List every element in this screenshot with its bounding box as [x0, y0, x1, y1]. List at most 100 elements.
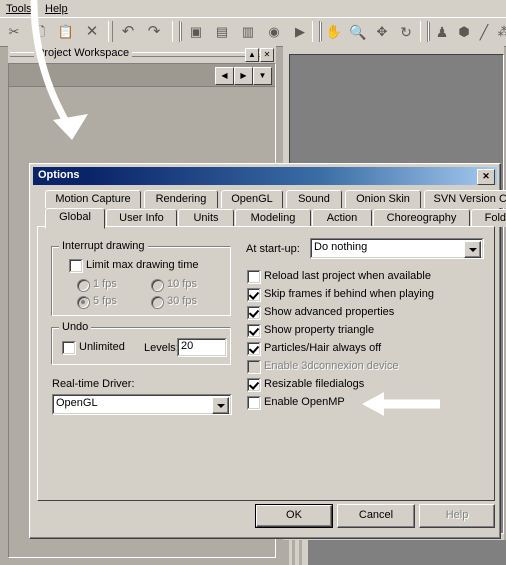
nav-back-button[interactable]: ◀ [215, 67, 234, 85]
checkbox-box [247, 360, 261, 374]
pan-hand-icon[interactable]: ✋ [324, 22, 344, 42]
new-material-icon[interactable]: ◉ [264, 22, 284, 42]
undo-icon[interactable]: ↶ [118, 22, 138, 42]
tab-choreography[interactable]: Choreography [373, 209, 470, 227]
radio-10fps-label: 10 fps [167, 278, 197, 290]
toolbar-grip[interactable] [172, 21, 180, 42]
close-icon[interactable]: ✕ [477, 169, 495, 185]
cut-icon[interactable]: ✂ [4, 22, 24, 42]
render-film-icon[interactable]: ▶ [290, 22, 310, 42]
tab-onion-skin[interactable]: Onion Skin [345, 190, 421, 208]
help-button: Help [419, 504, 495, 528]
tab-units[interactable]: Units [178, 209, 234, 227]
dialog-titlebar[interactable]: Options ✕ [33, 167, 497, 185]
tab-opengl[interactable]: OpenGL [221, 190, 283, 208]
zoom-fit-icon[interactable]: ✥ [372, 22, 392, 42]
toolbar-grip-2[interactable] [312, 21, 320, 42]
tab-motion-capture[interactable]: Motion Capture [45, 190, 141, 208]
realtime-driver-label: Real-time Driver: [52, 378, 135, 390]
project-workspace-titlebar: Project Workspace ▲ ✕ [8, 46, 276, 62]
radio-5fps-label: 5 fps [93, 295, 117, 307]
mesh-cube-icon[interactable]: ⬢ [454, 22, 474, 42]
undo-group: Undo Unlimited Levels: 20 [51, 321, 231, 365]
checkbox-label: Particles/Hair always off [264, 342, 382, 354]
nav-menu-button[interactable]: ▼ [253, 67, 272, 85]
cancel-button[interactable]: Cancel [337, 504, 415, 528]
tab-global[interactable]: Global [45, 208, 105, 229]
options-tabstrip: Motion Capture Rendering OpenGL Sound On… [37, 190, 506, 230]
checkbox-box [247, 306, 261, 320]
tab-rendering[interactable]: Rendering [144, 190, 218, 208]
realtime-driver-value: OpenGL [56, 397, 98, 409]
bone-icon[interactable]: ╱ [474, 22, 494, 42]
interrupt-drawing-group: Interrupt drawing Limit max drawing time… [51, 240, 231, 316]
project-workspace-toolrow: ◀ ▶ ▼ [9, 64, 275, 87]
workspace-maximize-button[interactable]: ▲ [245, 48, 259, 62]
tab-folders[interactable]: Folders [471, 209, 506, 227]
radio-dot [77, 296, 90, 309]
checkbox-label: Enable OpenMP [264, 396, 345, 408]
ok-button-label: OK [256, 505, 332, 527]
realtime-driver-select[interactable]: OpenGL [52, 394, 232, 415]
tab-sound[interactable]: Sound [286, 190, 342, 208]
undo-levels-input[interactable]: 20 [177, 338, 227, 357]
checkbox-label: Reload last project when available [264, 270, 431, 282]
viewport-bottom-strip [283, 540, 506, 565]
chevron-down-icon[interactable] [212, 397, 229, 414]
checkbox-label: Resizable filedialogs [264, 378, 365, 390]
undo-group-title: Undo [59, 321, 92, 333]
checkbox-box [247, 396, 261, 410]
menu-item-help-label: Help [45, 3, 68, 15]
ok-button[interactable]: OK [255, 504, 333, 528]
rotate-view-icon[interactable]: ↻ [396, 22, 416, 42]
tab-action[interactable]: Action [312, 209, 372, 227]
checkbox-box [69, 259, 83, 273]
copy-icon[interactable]: 🗋 [30, 22, 50, 42]
new-action-icon[interactable]: ▤ [212, 22, 232, 42]
unlimited-undo-label: Unlimited [79, 341, 125, 353]
tab-user-info[interactable]: User Info [106, 209, 177, 227]
zoom-magnifier-icon[interactable]: 🔍 [348, 22, 368, 42]
undo-levels-label: Levels: [144, 342, 179, 354]
checkbox-box [247, 270, 261, 284]
new-chor-icon[interactable]: ▥ [238, 22, 258, 42]
nav-forward-button[interactable]: ▶ [234, 67, 253, 85]
main-toolbar: ✂ 🗋 📋 ✕ ↶ ↷ ▣ ▤ ▥ ◉ ▶ ✋ 🔍 ✥ ↻ ♟ ⬢ ╱ ⁂ [0, 17, 506, 47]
delete-icon[interactable]: ✕ [82, 22, 102, 42]
figure-icon[interactable]: ♟ [432, 22, 452, 42]
radio-30fps-label: 30 fps [167, 295, 197, 307]
radio-dot [151, 279, 164, 292]
global-tab-panel: Interrupt drawing Limit max drawing time… [37, 226, 495, 501]
dialog-title: Options [38, 169, 80, 181]
checkbox-box [247, 324, 261, 338]
checkbox-label: Show property triangle [264, 324, 375, 336]
redo-icon[interactable]: ↷ [144, 22, 164, 42]
chevron-down-icon[interactable] [464, 241, 481, 258]
particles-icon[interactable]: ⁂ [494, 22, 506, 42]
startup-select[interactable]: Do nothing [310, 238, 484, 259]
paste-icon[interactable]: 📋 [56, 22, 76, 42]
checkbox-label: Show advanced properties [264, 306, 395, 318]
limit-max-drawing-time-label: Limit max drawing time [86, 259, 199, 271]
toolbar-grip-3[interactable] [420, 21, 428, 42]
startup-value: Do nothing [314, 241, 368, 253]
checkbox-box [247, 288, 261, 302]
checkbox-box [247, 342, 261, 356]
tab-modeling[interactable]: Modeling [235, 209, 311, 227]
tab-svn-version-control[interactable]: SVN Version Control [424, 190, 506, 208]
menu-item-help[interactable]: Help [41, 2, 72, 16]
startup-label: At start-up: [246, 243, 300, 255]
menu-item-tools-label: Tools [6, 3, 32, 15]
new-model-icon[interactable]: ▣ [186, 22, 206, 42]
checkbox-label: Skip frames if behind when playing [264, 288, 434, 300]
radio-1fps-label: 1 fps [93, 278, 117, 290]
workspace-close-button[interactable]: ✕ [260, 48, 274, 62]
checkbox-box [62, 341, 76, 355]
toolbar-separator [108, 21, 113, 42]
options-dialog: Options ✕ Motion Capture Rendering OpenG… [29, 163, 506, 539]
checkbox-label: Enable 3dconnexion device [264, 360, 399, 372]
menu-item-tools[interactable]: Tools [2, 2, 36, 16]
radio-dot [151, 296, 164, 309]
interrupt-drawing-title: Interrupt drawing [59, 240, 148, 252]
checkbox-box [247, 378, 261, 392]
